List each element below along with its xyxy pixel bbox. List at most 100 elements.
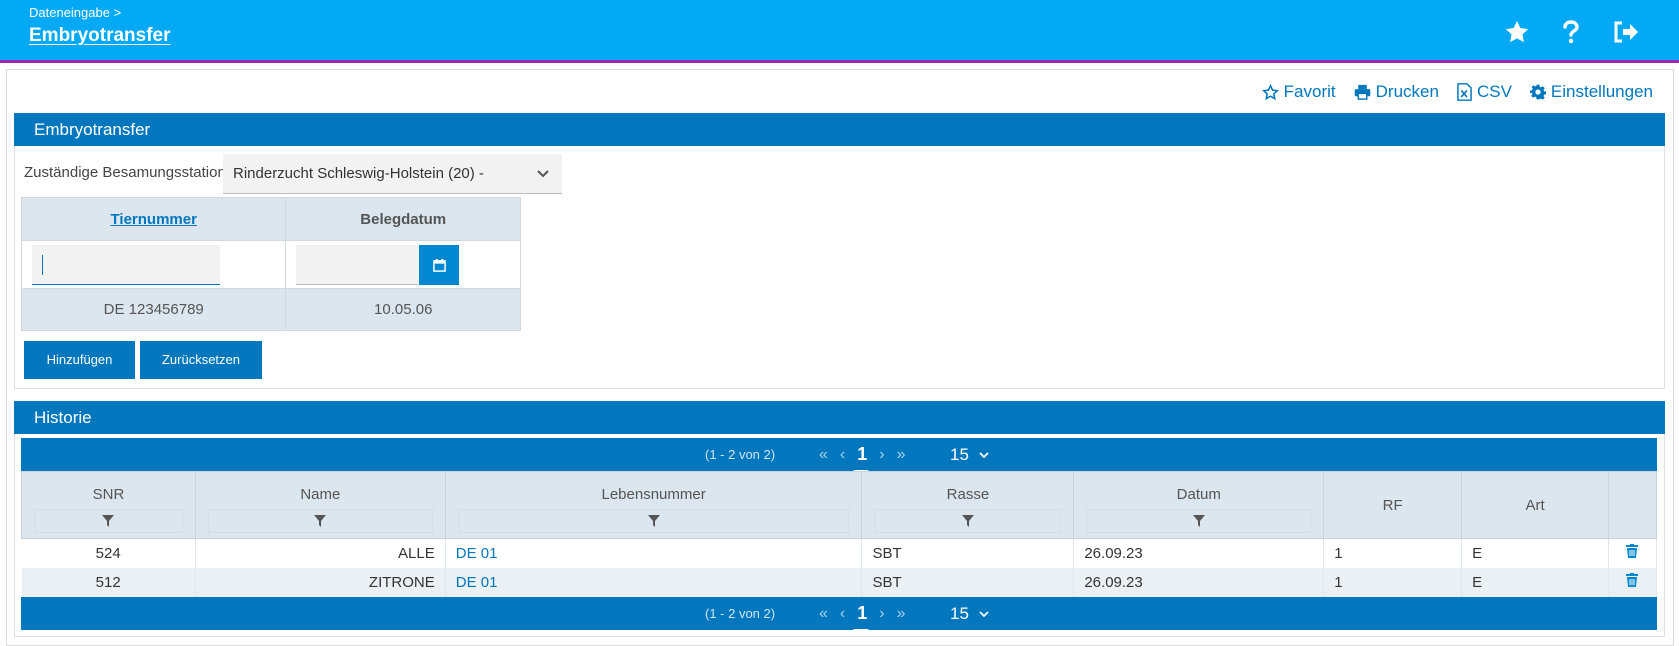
cell-lebensnummer: DE 01	[445, 538, 863, 568]
table-row[interactable]: 512 ZITRONE DE 01 SBT 26.09.23 1 E	[21, 567, 1658, 597]
cell-snr: 512	[21, 567, 196, 597]
page-title[interactable]: Embryotransfer	[29, 25, 171, 47]
cell-name: ALLE	[195, 538, 446, 568]
favorit-label: Favorit	[1283, 82, 1336, 101]
pager-info: (1 - 2 von 2)	[705, 606, 776, 621]
cell-rf: 1	[1323, 538, 1463, 568]
next-page-icon[interactable]: ›	[879, 446, 884, 464]
station-select[interactable]: Rinderzucht Schleswig-Holstein (20) -	[223, 154, 562, 194]
einstellungen-button[interactable]: Einstellungen	[1529, 82, 1653, 102]
csv-button[interactable]: CSV	[1457, 82, 1512, 102]
cell-art: E	[1461, 567, 1609, 597]
favorit-button[interactable]: Favorit	[1261, 82, 1336, 102]
col-art: Art	[1461, 471, 1609, 539]
cell-art: E	[1461, 538, 1609, 568]
add-button[interactable]: Hinzufügen	[24, 341, 135, 379]
first-page-icon[interactable]: «	[819, 446, 828, 464]
col-datum-label[interactable]: Datum	[1177, 486, 1221, 503]
page-size-select[interactable]: 15	[950, 438, 989, 471]
pager-top: (1 - 2 von 2) « ‹ 1 › » 15	[21, 438, 1657, 474]
cell-name: ZITRONE	[195, 567, 446, 597]
filter-icon[interactable]	[457, 509, 850, 533]
help-icon[interactable]	[1557, 18, 1585, 46]
page-size-select[interactable]: 15	[950, 597, 989, 630]
last-page-icon[interactable]: »	[897, 605, 906, 623]
filter-icon[interactable]	[34, 509, 183, 533]
col-rasse-label[interactable]: Rasse	[947, 486, 990, 503]
calendar-button[interactable]	[419, 245, 460, 285]
entry-table: Tiernummer Belegdatum DE 123456789 10.05…	[20, 197, 521, 331]
col-rf: RF	[1323, 471, 1463, 539]
app-header: Dateneingabe > Embryotransfer	[0, 0, 1679, 63]
prev-page-icon[interactable]: ‹	[840, 605, 845, 623]
entry-tiernummer-value: DE 123456789	[20, 288, 287, 331]
filter-icon[interactable]	[1086, 509, 1312, 533]
cell-datum: 26.09.23	[1073, 567, 1325, 597]
current-page[interactable]: 1	[853, 444, 870, 474]
col-rasse: Rasse	[861, 471, 1075, 539]
prev-page-icon[interactable]: ‹	[840, 446, 845, 464]
col-snr: SNR	[21, 471, 196, 539]
excel-file-icon	[1457, 83, 1472, 101]
col-name-label[interactable]: Name	[300, 486, 340, 503]
chevron-down-icon	[979, 610, 989, 617]
belegdatum-input[interactable]	[296, 245, 419, 285]
printer-icon	[1354, 84, 1370, 100]
calendar-icon	[433, 258, 446, 272]
cell-lebensnummer: DE 01	[445, 567, 863, 597]
cell-rasse: SBT	[861, 538, 1075, 568]
drucken-button[interactable]: Drucken	[1354, 82, 1439, 102]
first-page-icon[interactable]: «	[819, 605, 828, 623]
embryotransfer-panel-header: Embryotransfer	[14, 113, 1665, 146]
filter-icon[interactable]	[874, 509, 1062, 533]
cell-snr: 524	[21, 538, 196, 568]
col-snr-label[interactable]: SNR	[93, 486, 125, 503]
csv-label: CSV	[1476, 82, 1512, 101]
col-name: Name	[194, 471, 446, 539]
tiernummer-header[interactable]: Tiernummer	[20, 197, 287, 241]
trash-icon	[1626, 544, 1639, 559]
pager-info: (1 - 2 von 2)	[705, 447, 776, 462]
page-size-value: 15	[950, 604, 969, 623]
drucken-label: Drucken	[1375, 82, 1439, 101]
belegdatum-cell	[285, 240, 521, 289]
station-select-value: Rinderzucht Schleswig-Holstein (20) -	[233, 165, 484, 182]
station-label: Zuständige Besamungsstation:	[24, 164, 230, 181]
trash-icon	[1626, 573, 1639, 587]
history-table: SNR Name Lebensnummer Rasse Datum RF Art…	[21, 471, 1658, 597]
tiernummer-cell	[20, 240, 287, 289]
chevron-down-icon	[536, 154, 550, 210]
delete-button[interactable]	[1608, 538, 1658, 568]
historie-panel-header: Historie	[14, 401, 1665, 434]
belegdatum-header: Belegdatum	[285, 197, 521, 241]
chevron-down-icon	[979, 451, 989, 458]
col-lebensnummer-label[interactable]: Lebensnummer	[602, 486, 706, 503]
pager-bottom: (1 - 2 von 2) « ‹ 1 › » 15	[21, 597, 1657, 633]
last-page-icon[interactable]: »	[897, 446, 906, 464]
einstellungen-label: Einstellungen	[1550, 82, 1653, 101]
reset-button[interactable]: Zurücksetzen	[140, 341, 262, 379]
text-caret	[42, 255, 43, 275]
delete-button[interactable]	[1608, 567, 1658, 597]
breadcrumb[interactable]: Dateneingabe >	[29, 5, 121, 20]
col-datum: Datum	[1073, 471, 1325, 539]
col-actions	[1607, 471, 1658, 539]
page-size-value: 15	[950, 445, 969, 464]
lebensnummer-link[interactable]: DE 01	[456, 574, 498, 591]
action-bar: Favorit Drucken CSV Einstellungen	[1261, 82, 1653, 102]
star-outline-icon	[1261, 83, 1279, 100]
gear-icon	[1529, 84, 1546, 100]
logout-icon[interactable]	[1611, 18, 1639, 46]
table-row[interactable]: 524 ALLE DE 01 SBT 26.09.23 1 E	[21, 538, 1658, 568]
entry-belegdatum-value: 10.05.06	[285, 288, 521, 331]
col-lebensnummer: Lebensnummer	[444, 471, 863, 539]
cell-rf: 1	[1323, 567, 1463, 597]
tiernummer-input[interactable]	[32, 245, 220, 285]
next-page-icon[interactable]: ›	[879, 605, 884, 623]
cell-datum: 26.09.23	[1073, 538, 1325, 568]
star-icon[interactable]	[1503, 18, 1531, 46]
cell-rasse: SBT	[861, 567, 1075, 597]
lebensnummer-link[interactable]: DE 01	[456, 545, 498, 562]
filter-icon[interactable]	[207, 509, 433, 533]
current-page[interactable]: 1	[853, 603, 870, 633]
